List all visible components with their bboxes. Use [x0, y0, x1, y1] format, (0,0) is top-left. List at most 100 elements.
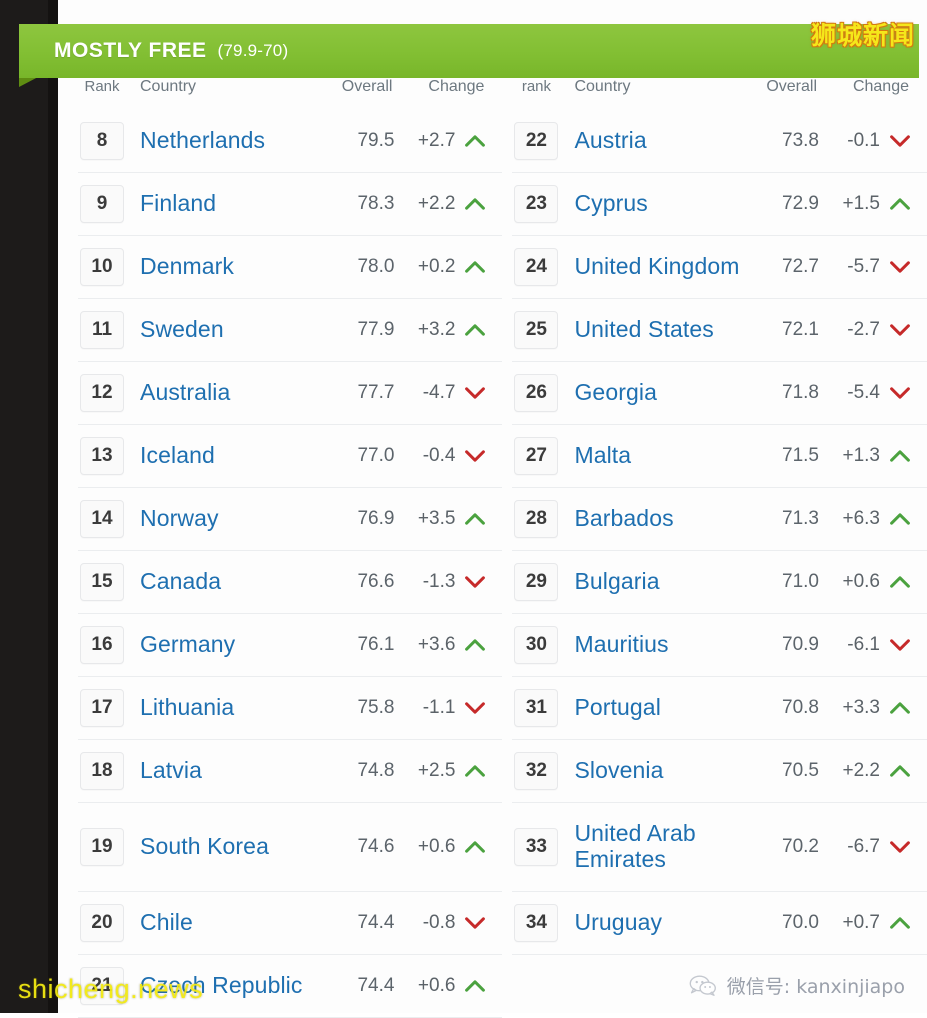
change-value: -5.7 [847, 256, 880, 277]
table-row[interactable]: 17 Lithuania 75.8 -1.1 [78, 677, 503, 740]
table-row[interactable]: 9 Finland 78.3 +2.2 [78, 173, 503, 236]
change-cell: +0.7 [819, 912, 927, 934]
rank-badge: 28 [514, 500, 559, 538]
chevron-up-icon [464, 260, 486, 274]
table-row[interactable]: 8 Netherlands 79.5 +2.7 [78, 110, 503, 173]
change-value: -2.7 [847, 319, 880, 340]
country-name[interactable]: Sweden [126, 316, 320, 343]
country-name[interactable]: Latvia [126, 757, 320, 784]
country-name[interactable]: Austria [560, 127, 745, 154]
table-row[interactable]: 18 Latvia 74.8 +2.5 [78, 740, 503, 803]
wechat-icon [689, 975, 717, 997]
rank-cell: 30 [512, 626, 560, 664]
country-name[interactable]: Lithuania [126, 694, 320, 721]
country-name[interactable]: United States [560, 316, 745, 343]
table-row[interactable]: 25 United States 72.1 -2.7 [512, 299, 927, 362]
left-gutter-shadow [48, 0, 58, 1013]
table-row[interactable]: 11 Sweden 77.9 +3.2 [78, 299, 503, 362]
rank-badge: 25 [514, 311, 559, 349]
rank-badge: 17 [80, 689, 124, 727]
table-row[interactable]: 22 Austria 73.8 -0.1 [512, 110, 927, 173]
change-value: +6.3 [842, 508, 880, 529]
table-row[interactable]: 26 Georgia 71.8 -5.4 [512, 362, 927, 425]
change-cell: +3.3 [819, 697, 927, 719]
overall-score: 70.2 [782, 836, 819, 857]
chevron-up-icon [464, 840, 486, 854]
overall-score: 75.8 [357, 697, 395, 718]
table-row[interactable]: 32 Slovenia 70.5 +2.2 [512, 740, 927, 803]
change-value: +2.2 [842, 760, 880, 781]
country-name[interactable]: Bulgaria [560, 568, 745, 595]
column-header-country: Country [574, 78, 631, 95]
country-name[interactable]: Uruguay [560, 909, 745, 936]
change-cell: +3.5 [394, 508, 502, 530]
rank-badge: 11 [80, 311, 124, 349]
overall-score: 74.4 [357, 912, 395, 933]
change-value: +0.6 [417, 836, 456, 857]
table-row[interactable]: 15 Canada 76.6 -1.3 [78, 551, 503, 614]
table-row[interactable]: 24 United Kingdom 72.7 -5.7 [512, 236, 927, 299]
overall-score: 78.3 [357, 193, 395, 214]
table-row[interactable]: 13 Iceland 77.0 -0.4 [78, 425, 503, 488]
table-row[interactable]: 34 Uruguay 70.0 +0.7 [512, 892, 927, 955]
country-name[interactable]: Norway [126, 505, 320, 532]
table-row[interactable]: 28 Barbados 71.3 +6.3 [512, 488, 927, 551]
table-row[interactable]: 27 Malta 71.5 +1.3 [512, 425, 927, 488]
rank-badge: 32 [514, 752, 559, 790]
country-name[interactable]: Cyprus [560, 190, 745, 217]
country-name[interactable]: Malta [560, 442, 745, 469]
country-name[interactable]: Barbados [560, 505, 745, 532]
country-name[interactable]: United Kingdom [560, 253, 745, 280]
change-cell: +6.3 [819, 508, 927, 530]
wechat-label: 微信号: kanxinjiapo [726, 976, 905, 998]
country-name[interactable]: Georgia [560, 379, 745, 406]
rank-badge: 29 [514, 563, 559, 601]
table-row[interactable]: 10 Denmark 78.0 +0.2 [78, 236, 503, 299]
overall-score: 72.9 [782, 193, 819, 214]
table-row[interactable]: 31 Portugal 70.8 +3.3 [512, 677, 927, 740]
overall-score: 70.0 [782, 912, 819, 933]
country-name[interactable]: Netherlands [126, 127, 320, 154]
change-cell: +3.6 [394, 634, 502, 656]
table-header-right: rank Country Overall Change [512, 78, 927, 110]
country-name[interactable]: Finland [126, 190, 320, 217]
table-row[interactable]: 23 Cyprus 72.9 +1.5 [512, 173, 927, 236]
country-name[interactable]: United Arab Emirates [560, 820, 745, 873]
rank-badge: 12 [80, 374, 124, 412]
rank-cell: 29 [512, 563, 560, 601]
country-name[interactable]: Denmark [126, 253, 320, 280]
country-name[interactable]: Iceland [126, 442, 320, 469]
table-row[interactable]: 16 Germany 76.1 +3.6 [78, 614, 503, 677]
chevron-up-icon [889, 764, 911, 778]
overall-score: 76.6 [357, 571, 395, 592]
country-name[interactable]: Portugal [560, 694, 745, 721]
overall-score: 72.1 [782, 319, 819, 340]
table-row[interactable]: 14 Norway 76.9 +3.5 [78, 488, 503, 551]
table-row[interactable]: 29 Bulgaria 71.0 +0.6 [512, 551, 927, 614]
rank-cell: 17 [78, 689, 126, 727]
country-name[interactable]: Slovenia [560, 757, 745, 784]
change-value: +3.2 [417, 319, 456, 340]
country-name[interactable]: Mauritius [560, 631, 745, 658]
change-cell: +3.2 [394, 319, 502, 341]
table-row[interactable]: 12 Australia 77.7 -4.7 [78, 362, 503, 425]
change-cell: +0.6 [819, 571, 927, 593]
overall-score: 74.6 [357, 836, 395, 857]
chevron-up-icon [889, 916, 911, 930]
country-name[interactable]: Australia [126, 379, 320, 406]
table-row[interactable]: 30 Mauritius 70.9 -6.1 [512, 614, 927, 677]
change-value: -1.1 [422, 697, 456, 718]
chevron-down-icon [464, 575, 486, 589]
country-name[interactable]: Germany [126, 631, 320, 658]
change-cell: +2.7 [394, 130, 502, 152]
country-name[interactable]: South Korea [126, 833, 320, 860]
table-row[interactable]: 20 Chile 74.4 -0.8 [78, 892, 503, 955]
rank-badge: 33 [514, 828, 559, 866]
table-row[interactable]: 19 South Korea 74.6 +0.6 [78, 803, 503, 892]
table-body-left: 8 Netherlands 79.5 +2.7 9 Finland 78.3 +2.2 10 De… [78, 110, 503, 1018]
table-row[interactable]: 33 United Arab Emirates 70.2 -6.7 [512, 803, 927, 892]
column-header-country: Country [140, 78, 197, 95]
country-name[interactable]: Canada [126, 568, 320, 595]
country-name[interactable]: Chile [126, 909, 320, 936]
column-header-overall: Overall [766, 78, 817, 95]
